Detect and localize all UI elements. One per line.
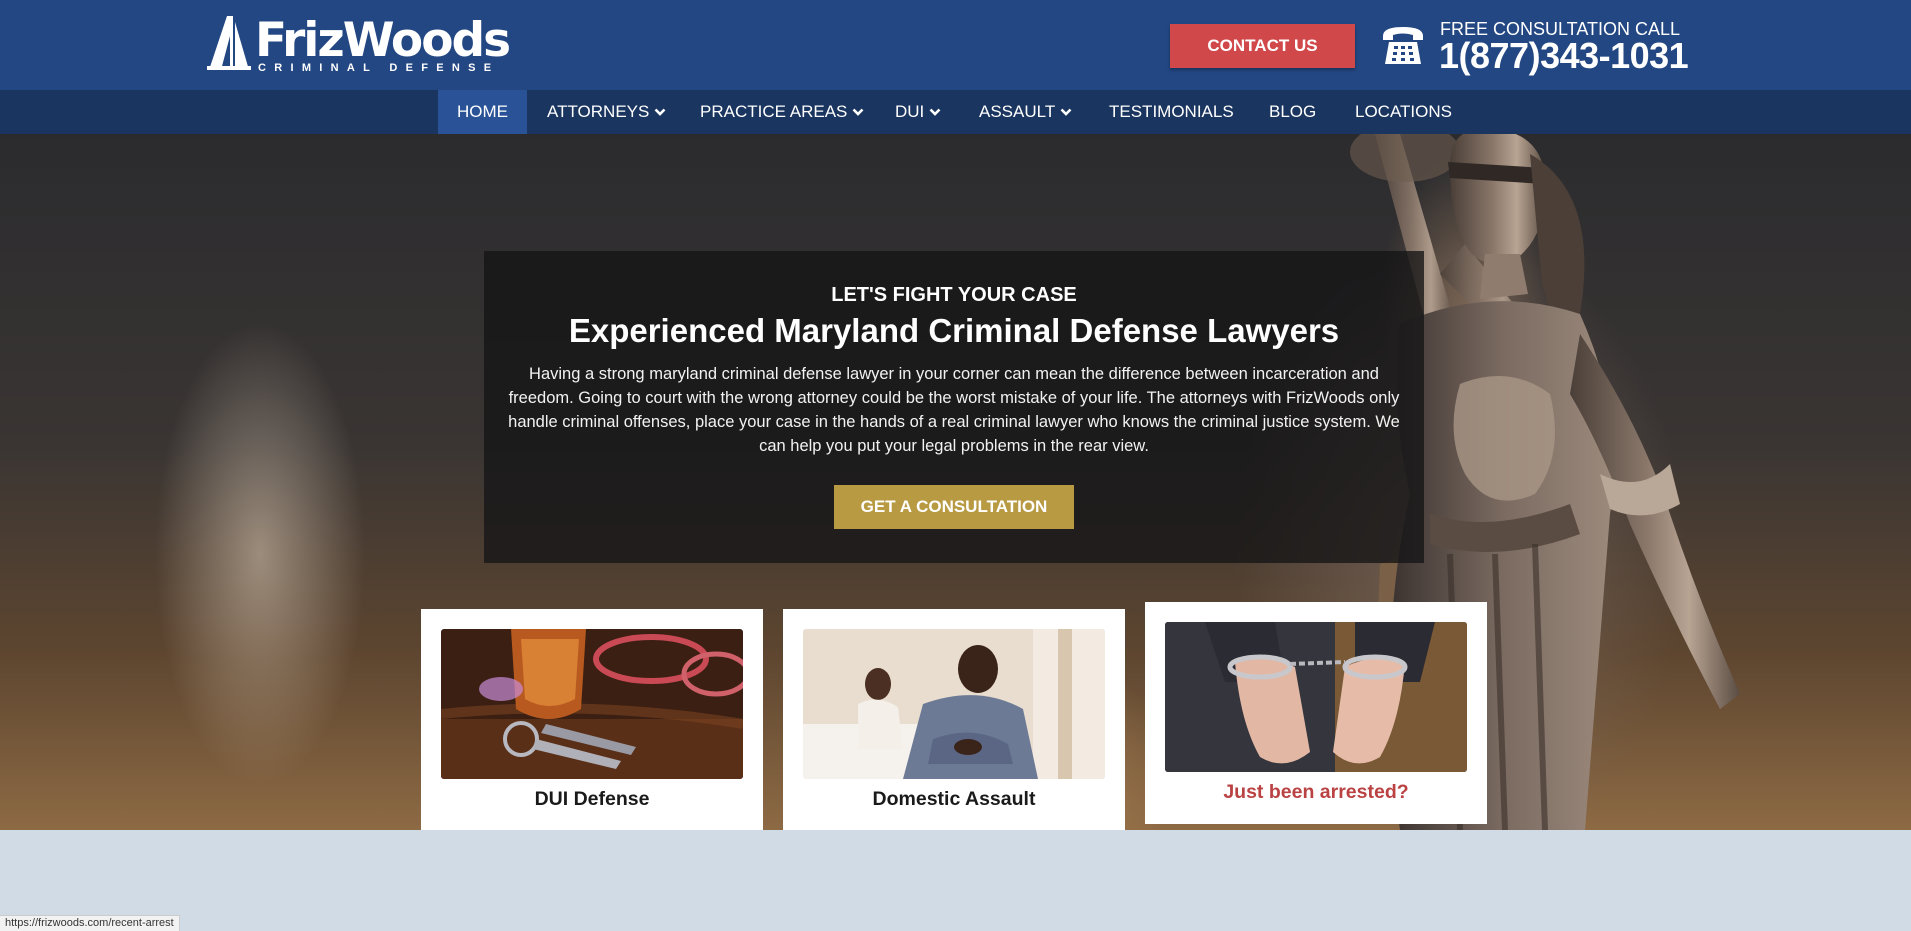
hero-section: LET'S FIGHT YOUR CASE Experienced Maryla… [0, 134, 1911, 830]
nav-item-label: ATTORNEYS [547, 102, 650, 121]
nav-item-label: PRACTICE AREAS [700, 102, 848, 121]
chevron-down-icon [929, 108, 941, 116]
hero-intro-panel: LET'S FIGHT YOUR CASE Experienced Maryla… [484, 251, 1424, 563]
hero-description: Having a strong maryland criminal defens… [508, 365, 1400, 455]
card-domestic-assault[interactable]: Domestic Assault [783, 609, 1125, 830]
logo-mark-icon [207, 16, 251, 70]
logo-name: FrizWoods [255, 13, 511, 68]
nav-item-assault[interactable]: ASSAULT [960, 90, 1091, 134]
chevron-down-icon [852, 108, 864, 116]
chevron-down-icon [654, 108, 666, 116]
nav-item-testimonials[interactable]: TESTIMONIALS [1090, 90, 1253, 134]
car-keys-and-drink-image [441, 629, 743, 779]
main-navigation: HOME ATTORNEYS PRACTICE AREAS DUI ASSAUL… [0, 90, 1911, 134]
status-bar-url: https://frizwoods.com/recent-arrest [0, 915, 180, 931]
card-label: Domestic Assault [872, 788, 1036, 810]
upset-couple-image [803, 629, 1105, 779]
nav-item-label: ASSAULT [979, 102, 1056, 121]
nav-item-label: DUI [895, 102, 925, 121]
nav-item-label: BLOG [1269, 102, 1317, 121]
site-header: FrizWoods CRIMINAL DEFENSE CONTACT US FR… [0, 0, 1911, 90]
telephone-icon [1383, 27, 1423, 64]
hero-eyebrow: LET'S FIGHT YOUR CASE [831, 284, 1077, 306]
chevron-down-icon [1060, 108, 1072, 116]
card-label: DUI Defense [534, 788, 650, 810]
card-dui-defense[interactable]: DUI Defense [421, 609, 763, 830]
handcuffed-hands-image [1165, 622, 1467, 772]
nav-item-label: TESTIMONIALS [1109, 102, 1234, 121]
phone-number-link[interactable]: 1(877)343-1031 [1439, 36, 1689, 76]
nav-item-label: HOME [457, 102, 508, 121]
card-label: Just been arrested? [1223, 781, 1409, 803]
nav-item-dui[interactable]: DUI [876, 90, 960, 134]
nav-item-practice-areas[interactable]: PRACTICE AREAS [681, 90, 883, 134]
nav-item-label: LOCATIONS [1355, 102, 1452, 121]
nav-item-attorneys[interactable]: ATTORNEYS [528, 90, 685, 134]
logo-subtitle: CRIMINAL DEFENSE [258, 62, 500, 74]
get-consultation-button[interactable]: GET A CONSULTATION [834, 485, 1074, 529]
nav-item-home[interactable]: HOME [438, 90, 527, 134]
nav-item-blog[interactable]: BLOG [1250, 90, 1335, 134]
card-just-been-arrested[interactable]: Just been arrested? [1145, 602, 1487, 824]
hero-headline: Experienced Maryland Criminal Defense La… [568, 312, 1340, 349]
contact-us-button[interactable]: CONTACT US [1170, 24, 1355, 68]
frizwoods-logo[interactable]: FrizWoods CRIMINAL DEFENSE [205, 12, 525, 74]
nav-item-locations[interactable]: LOCATIONS [1336, 90, 1471, 134]
